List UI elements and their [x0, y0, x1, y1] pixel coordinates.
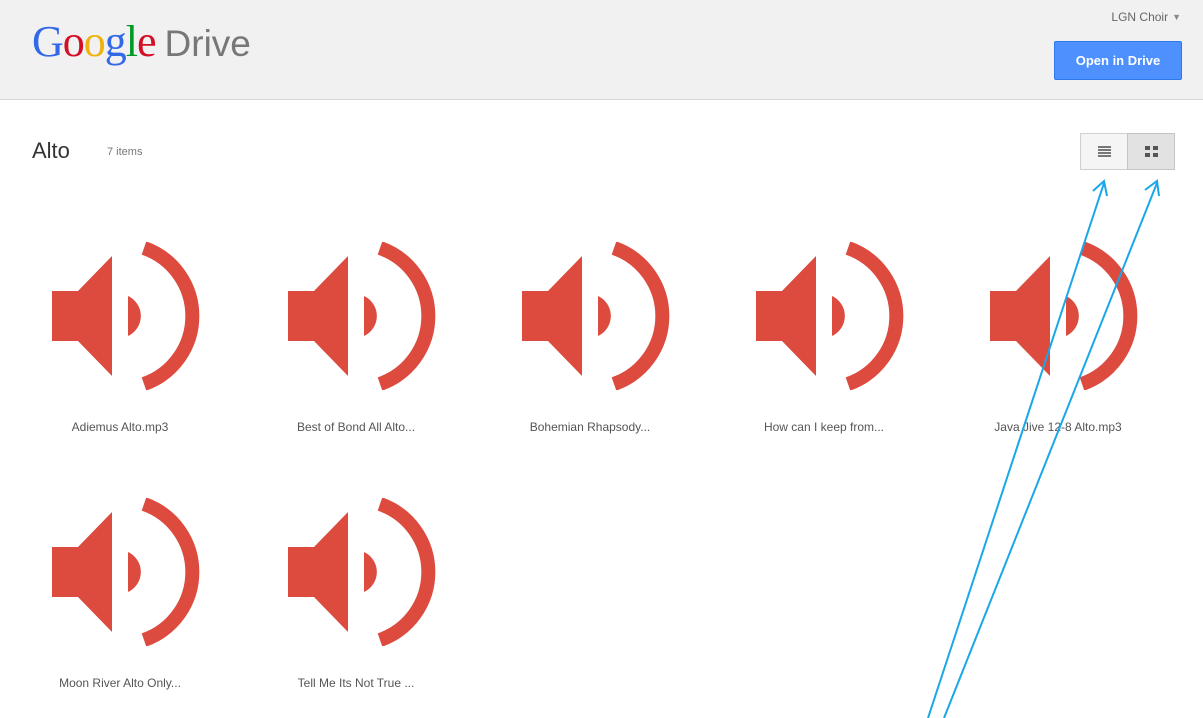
top-bar: Google Drive LGN Choir ▼ Open in Drive	[0, 0, 1203, 100]
audio-speaker-icon	[52, 498, 200, 646]
file-name: Best of Bond All Alto...	[296, 420, 416, 434]
chevron-down-icon: ▼	[1172, 12, 1181, 22]
audio-speaker-icon	[288, 242, 436, 390]
audio-speaker-icon	[52, 242, 200, 390]
file-name: Adiemus Alto.mp3	[71, 420, 169, 434]
file-tile[interactable]: How can I keep from...	[724, 242, 924, 434]
drive-wordmark: Drive	[164, 23, 251, 64]
file-tile[interactable]: Bohemian Rhapsody...	[490, 242, 690, 434]
file-tile[interactable]: Moon River Alto Only...	[20, 498, 220, 690]
google-wordmark: Google	[32, 17, 157, 66]
account-menu[interactable]: LGN Choir ▼	[1111, 10, 1181, 24]
grid-view-icon	[1144, 146, 1158, 157]
file-tile[interactable]: Adiemus Alto.mp3	[20, 242, 220, 434]
list-view-icon	[1097, 145, 1111, 159]
file-tile[interactable]: Java Jive 12-8 Alto.mp3	[958, 242, 1158, 434]
folder-title: Alto	[32, 138, 70, 163]
file-name: How can I keep from...	[763, 420, 885, 434]
grid-view-button[interactable]	[1127, 133, 1175, 170]
file-tile[interactable]: Tell Me Its Not True ...	[256, 498, 456, 690]
annotation-arrowhead-grid	[1144, 179, 1160, 197]
list-view-button[interactable]	[1080, 133, 1128, 170]
open-in-drive-button[interactable]: Open in Drive	[1054, 41, 1182, 80]
view-toggle	[1080, 133, 1175, 170]
annotation-arrowhead-list	[1092, 179, 1108, 197]
file-name: Tell Me Its Not True ...	[297, 676, 415, 690]
audio-speaker-icon	[288, 498, 436, 646]
file-name: Moon River Alto Only...	[59, 676, 181, 690]
item-count: 7 items	[107, 146, 143, 158]
account-name: LGN Choir	[1111, 10, 1169, 24]
audio-speaker-icon	[990, 242, 1138, 390]
file-name: Java Jive 12-8 Alto.mp3	[994, 420, 1122, 434]
file-tile[interactable]: Best of Bond All Alto...	[256, 242, 456, 434]
audio-speaker-icon	[522, 242, 670, 390]
audio-speaker-icon	[756, 242, 904, 390]
file-name: Bohemian Rhapsody...	[529, 420, 651, 434]
google-drive-logo[interactable]: Google Drive	[32, 20, 251, 65]
